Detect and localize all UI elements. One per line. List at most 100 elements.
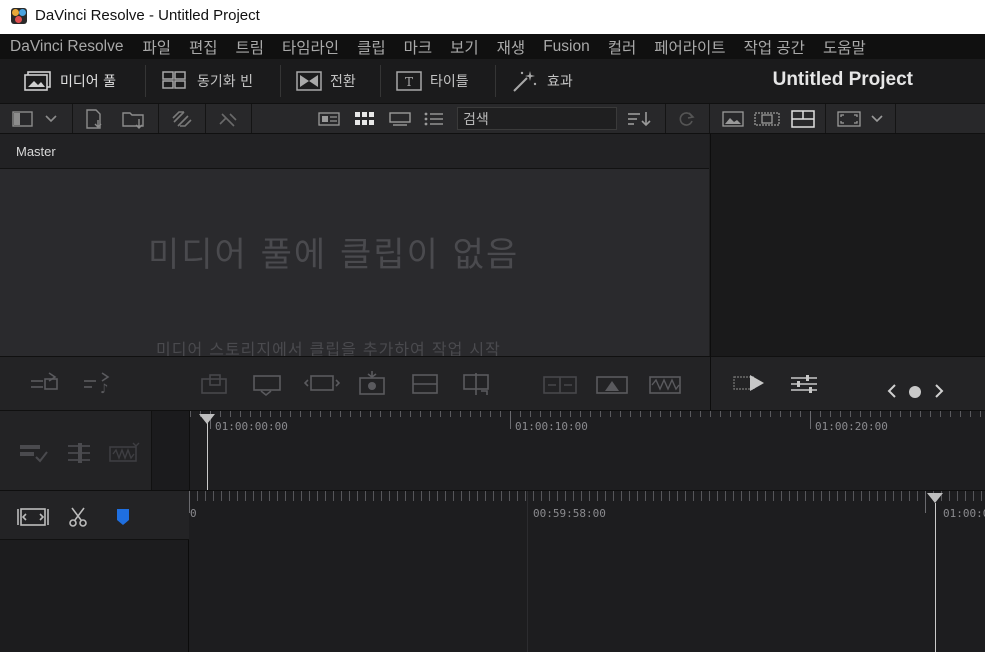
- marker-flag-icon[interactable]: [115, 507, 131, 527]
- menu-file[interactable]: 파일: [133, 36, 180, 58]
- sync-bin-label: 동기화 빈: [197, 74, 253, 90]
- main-toolbar: 미디어 풀 동기화 빈 전환 T 타이틀 효과 Untitled Project: [0, 59, 985, 103]
- timeline-ruler-lower[interactable]: 0 00:59:58:00 01:00:0: [189, 490, 985, 652]
- menu-trim[interactable]: 트림: [227, 36, 274, 58]
- metadata-view-icon[interactable]: [318, 112, 340, 126]
- audio-waveform-icon[interactable]: [648, 373, 684, 397]
- ripple-delete-icon[interactable]: [595, 373, 631, 397]
- append-clip-icon[interactable]: [251, 371, 287, 399]
- titles-label: 타이틀: [430, 74, 469, 90]
- audio-sliders-icon[interactable]: [64, 441, 94, 465]
- timecode-label: 01:00:00:00: [215, 420, 288, 433]
- import-folder-icon[interactable]: [121, 108, 147, 130]
- next-arrow-icon[interactable]: [933, 383, 945, 399]
- play-clip-icon[interactable]: [733, 371, 767, 395]
- sort-icon[interactable]: [627, 110, 653, 128]
- replace-clip-icon[interactable]: [461, 371, 495, 399]
- media-pool-icon: [24, 71, 51, 91]
- bin-header: Master: [0, 134, 709, 169]
- media-pool-subbar: [0, 103, 985, 134]
- import-media-icon[interactable]: [84, 108, 106, 130]
- timecode-label: 01:00:20:00: [815, 420, 888, 433]
- menu-fairlight[interactable]: 페어라이트: [645, 36, 734, 58]
- page-dot-icon[interactable]: [907, 384, 923, 400]
- menu-color[interactable]: 컬러: [599, 36, 646, 58]
- media-pool-button[interactable]: 미디어 풀: [24, 67, 116, 95]
- menu-view[interactable]: 보기: [441, 36, 488, 58]
- timecode-label: 0: [190, 507, 197, 520]
- sync-bin-icon: [162, 71, 186, 89]
- timecode-label: 01:00:0: [943, 507, 985, 520]
- edit-tools-bar: ♪: [0, 356, 710, 410]
- effects-wand-icon: [513, 71, 537, 92]
- sidebar-toggle-icon[interactable]: [12, 110, 34, 128]
- close-up-icon[interactable]: [356, 369, 390, 401]
- bin-name[interactable]: Master: [16, 144, 56, 159]
- scissors-icon[interactable]: [67, 506, 89, 528]
- menu-fusion[interactable]: Fusion: [534, 38, 599, 56]
- dual-viewer-icon[interactable]: [791, 110, 815, 128]
- effects-button[interactable]: 효과: [511, 67, 573, 95]
- menu-workspace[interactable]: 작업 공간: [735, 36, 814, 58]
- transitions-icon: [296, 71, 322, 91]
- svg-text:T: T: [405, 75, 413, 89]
- menu-clip[interactable]: 클립: [348, 36, 395, 58]
- media-pool-label: 미디어 풀: [60, 74, 116, 90]
- menu-help[interactable]: 도움말: [814, 36, 875, 58]
- unlink-clips-icon[interactable]: [216, 108, 240, 130]
- insert-clip-icon[interactable]: [29, 371, 61, 397]
- davinci-logo-icon: [11, 8, 27, 24]
- chevron-down-icon[interactable]: [44, 114, 58, 124]
- menu-mark[interactable]: 마크: [395, 36, 442, 58]
- timeline-tools-row: [0, 491, 189, 540]
- timeline-view-options: [0, 410, 152, 490]
- window-title: DaVinci Resolve - Untitled Project: [35, 7, 260, 24]
- playhead-line-lower[interactable]: [935, 503, 936, 652]
- effects-label: 효과: [547, 74, 573, 90]
- transitions-label: 전환: [330, 74, 356, 90]
- svg-text:♪: ♪: [100, 382, 108, 397]
- menu-app[interactable]: DaVinci Resolve: [0, 38, 133, 56]
- timeline-tracks-header: [0, 490, 189, 652]
- transitions-button[interactable]: 전환: [296, 67, 356, 95]
- insert-audio-icon[interactable]: ♪: [82, 371, 114, 397]
- playhead-line[interactable]: [207, 423, 208, 491]
- titles-button[interactable]: T 타이틀: [396, 67, 469, 95]
- menu-edit[interactable]: 편집: [180, 36, 227, 58]
- full-extent-zoom-icon[interactable]: [17, 506, 49, 528]
- timecode-label: 01:00:10:00: [515, 420, 588, 433]
- link-clips-icon[interactable]: [170, 108, 194, 130]
- track-options-icon[interactable]: [18, 441, 50, 465]
- timecode-label: 00:59:58:00: [533, 507, 606, 520]
- source-filmstrip-icon[interactable]: [754, 111, 780, 127]
- empty-pool-title: 미디어 풀에 클립이 없음: [148, 235, 520, 275]
- refresh-icon[interactable]: [676, 110, 696, 128]
- source-viewer[interactable]: [710, 134, 985, 356]
- media-pool-area[interactable]: 미디어 풀에 클립이 없음 미디어 스토리지에서 클립을 추가하여 작업 시작: [0, 169, 709, 357]
- empty-pool-hint: 미디어 스토리지에서 클립을 추가하여 작업 시작: [156, 340, 501, 357]
- window-titlebar: DaVinci Resolve - Untitled Project: [0, 0, 985, 34]
- fit-to-fill-icon[interactable]: [542, 373, 578, 397]
- sync-bin-button[interactable]: 동기화 빈: [161, 67, 253, 95]
- timeline-ruler-upper[interactable]: 01:00:00:00 01:00:10:00 01:00:20:00: [152, 410, 985, 491]
- viewer-chevron-down-icon[interactable]: [870, 114, 884, 124]
- ripple-overwrite-icon[interactable]: [303, 371, 341, 399]
- playhead-handle-lower[interactable]: [927, 493, 943, 503]
- project-title: Untitled Project: [772, 69, 913, 90]
- place-on-top-icon[interactable]: [411, 371, 441, 399]
- filmstrip-view-icon[interactable]: [389, 111, 411, 127]
- fullscreen-icon[interactable]: [837, 110, 861, 128]
- menu-playback[interactable]: 재생: [488, 36, 535, 58]
- list-view-icon[interactable]: [424, 111, 444, 127]
- source-image-icon[interactable]: [722, 111, 744, 127]
- smart-insert-icon[interactable]: [198, 371, 234, 399]
- audio-waveform-toggle-icon[interactable]: [106, 439, 142, 467]
- inspector-sliders-icon[interactable]: [790, 374, 818, 394]
- menu-timeline[interactable]: 타임라인: [273, 36, 348, 58]
- thumbnail-view-icon[interactable]: [355, 111, 375, 127]
- titles-icon: T: [396, 71, 422, 91]
- prev-arrow-icon[interactable]: [886, 383, 898, 399]
- search-input[interactable]: [457, 107, 617, 130]
- menu-bar: DaVinci Resolve 파일 편집 트림 타임라인 클립 마크 보기 재…: [0, 34, 985, 59]
- viewer-controls: [710, 356, 985, 410]
